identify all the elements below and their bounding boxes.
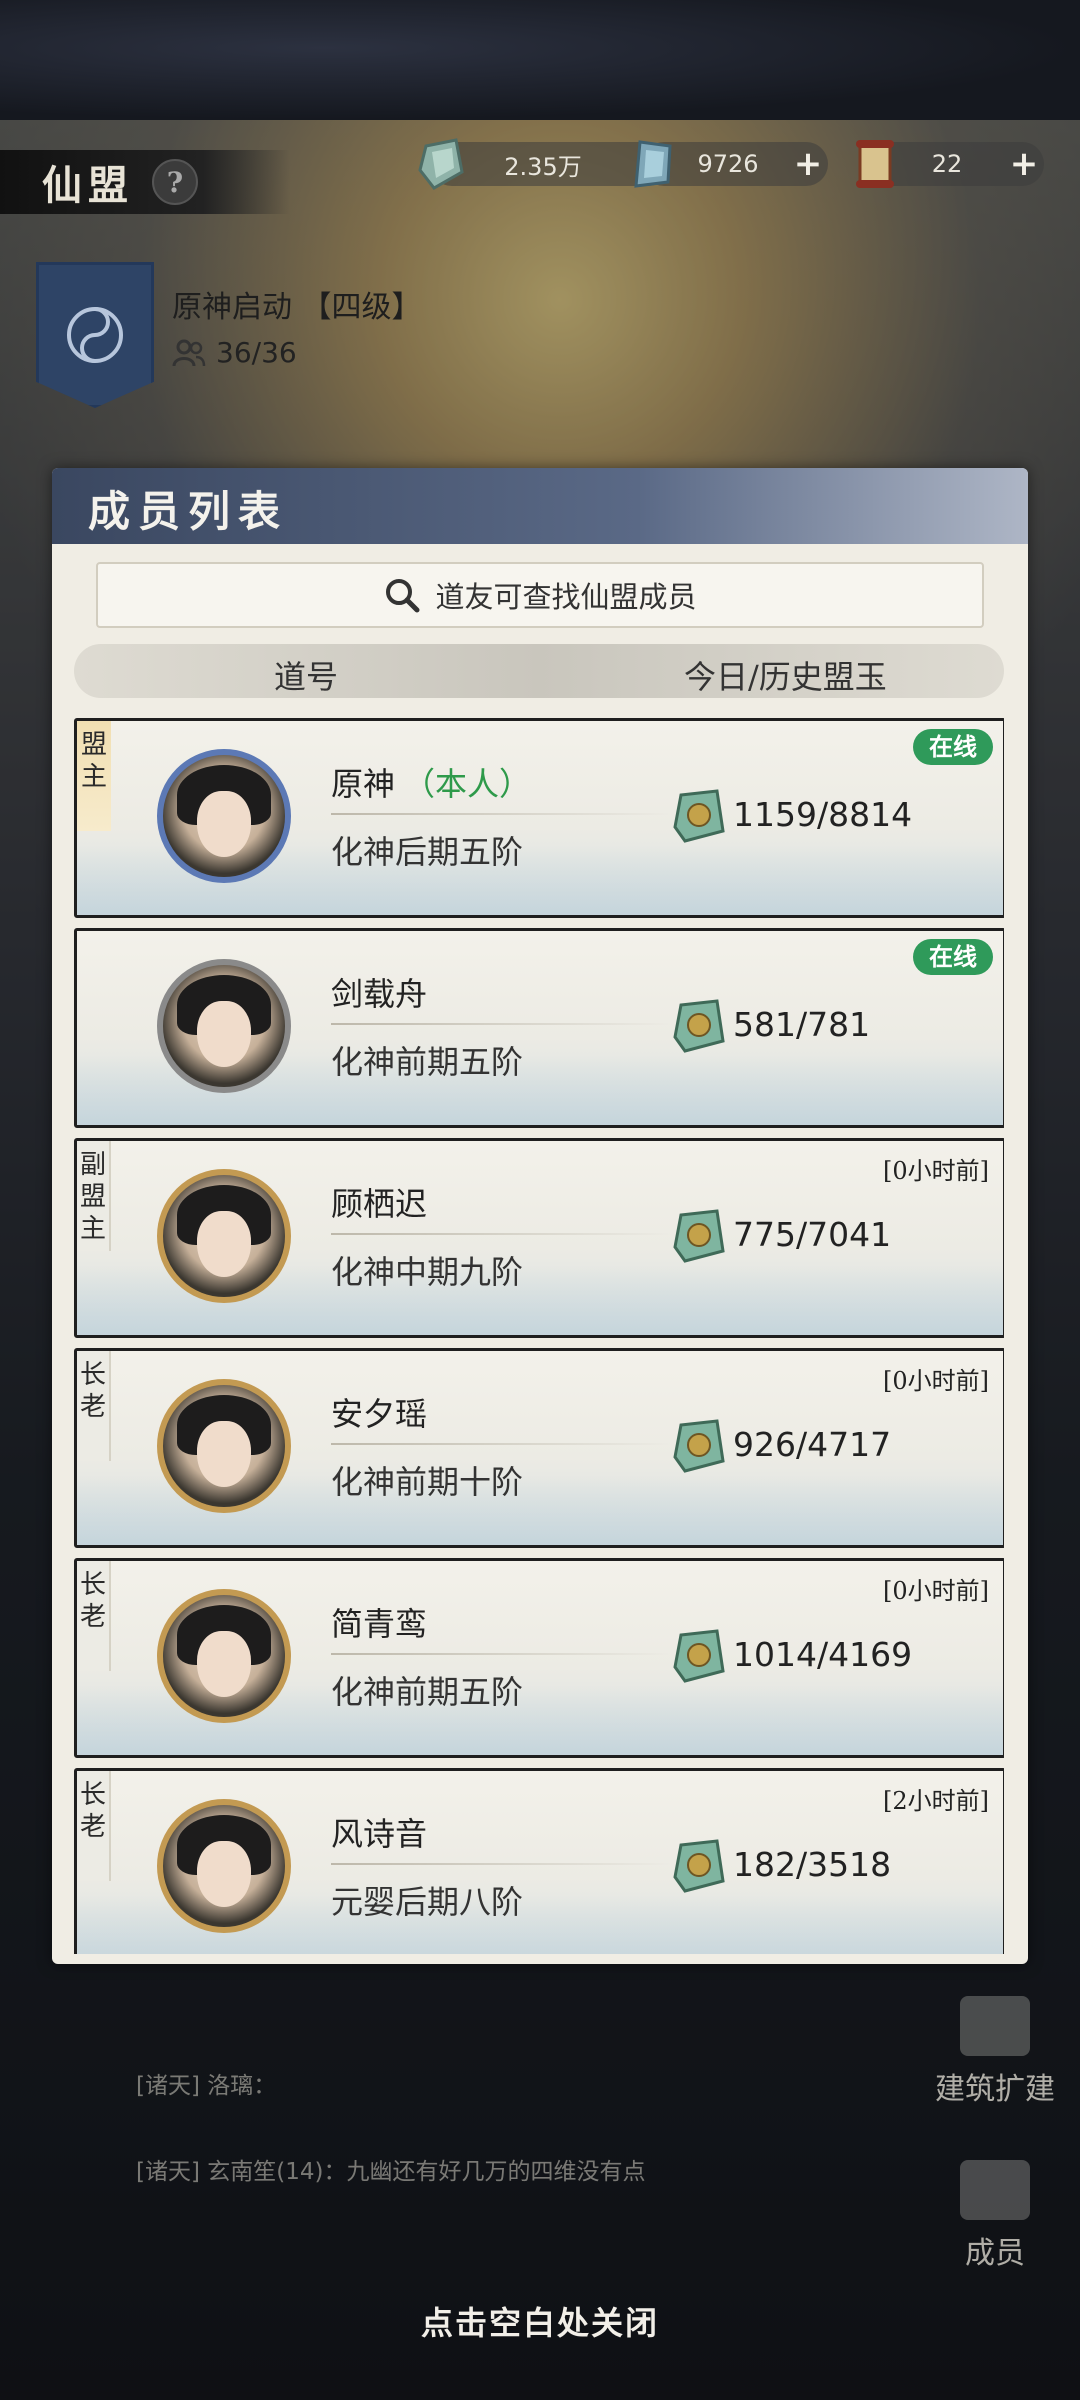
- status-badge: 在线: [913, 729, 993, 765]
- member-avatar[interactable]: [157, 1589, 291, 1723]
- modal-title: 成员列表: [88, 487, 289, 536]
- member-avatar[interactable]: [157, 1379, 291, 1513]
- member-name: 风诗音: [331, 1815, 428, 1853]
- self-tag: （本人）: [403, 765, 532, 803]
- member-name-row: 顾栖迟: [331, 1179, 427, 1225]
- member-jade: 581/781: [733, 1005, 871, 1044]
- add-scroll-button[interactable]: +: [1004, 144, 1044, 184]
- members-icon: [172, 339, 206, 366]
- column-jade-header: 今日/历史盟玉: [684, 658, 887, 696]
- last-online: [0小时前]: [883, 1367, 989, 1395]
- role-tag: 盟主: [77, 721, 111, 831]
- member-name: 原神: [331, 765, 396, 803]
- resource-jade: 9726 +: [634, 140, 828, 188]
- member-realm: 化神前期五阶: [331, 1673, 524, 1711]
- alliance-jade-icon: [673, 1839, 725, 1893]
- divider: [331, 813, 671, 815]
- role-tag: 长老: [77, 1351, 111, 1461]
- chat-message: [诸天] 洛璃：: [136, 2073, 277, 2099]
- spirit-stone-icon: [418, 138, 464, 190]
- member-avatar[interactable]: [157, 1799, 291, 1933]
- last-online: [0小时前]: [883, 1157, 989, 1185]
- alliance-banner: [36, 262, 154, 408]
- close-hint[interactable]: 点击空白处关闭: [0, 2298, 1080, 2344]
- search-icon: [386, 579, 420, 613]
- scroll-icon: [856, 140, 894, 188]
- member-count-value: 36/36: [216, 336, 297, 369]
- alliance-jade-icon: [673, 999, 725, 1053]
- member-realm: 化神前期五阶: [331, 1043, 524, 1081]
- member-table-header: 道号 今日/历史盟玉: [74, 644, 1004, 698]
- page-title-plate: 仙盟 ?: [0, 150, 290, 214]
- yin-yang-emblem-icon: [67, 307, 123, 363]
- modal-header: 成员列表: [52, 468, 1028, 544]
- member-jade: 926/4717: [733, 1425, 892, 1464]
- role-tag: 长老: [77, 1771, 111, 1881]
- member-card[interactable]: 盟主 原神 （本人） 化神后期五阶 1159/8814 在线: [74, 718, 1004, 918]
- member-jade: 182/3518: [733, 1845, 892, 1884]
- add-jade-button[interactable]: +: [788, 144, 828, 184]
- build-expand-button[interactable]: 建筑扩建: [920, 1996, 1070, 2108]
- member-name-row: 剑载舟: [331, 969, 427, 1015]
- building-icon: [960, 1996, 1030, 2056]
- divider: [331, 1023, 671, 1025]
- alliance-jade-icon: [673, 1419, 725, 1473]
- alliance-jade-icon: [673, 1209, 725, 1263]
- last-online: [2小时前]: [883, 1787, 989, 1815]
- member-card[interactable]: 剑载舟 化神前期五阶 581/781 在线: [74, 928, 1004, 1128]
- member-jade: 1014/4169: [733, 1635, 913, 1674]
- member-name: 顾栖迟: [331, 1185, 428, 1223]
- member-name: 简青鸾: [331, 1605, 428, 1643]
- member-list-modal: 成员列表 道友可查找仙盟成员 道号 今日/历史盟玉 盟主 原神 （本人） 化神后…: [52, 468, 1028, 1964]
- members-button[interactable]: 成员: [940, 2160, 1050, 2272]
- member-name-row: 原神 （本人）: [331, 759, 531, 805]
- search-placeholder: 道友可查找仙盟成员: [435, 580, 697, 614]
- member-name-row: 安夕瑶: [331, 1389, 427, 1435]
- alliance-jade-icon: [673, 1629, 725, 1683]
- member-name-row: 简青鸾: [331, 1599, 427, 1645]
- members-label: 成员: [965, 2236, 1025, 2271]
- member-card[interactable]: 长老 安夕瑶 化神前期十阶 926/4717 [0小时前]: [74, 1348, 1004, 1548]
- column-name-header: 道号: [274, 658, 339, 696]
- help-button[interactable]: ?: [152, 159, 198, 205]
- alliance-member-count: 36/36: [172, 336, 297, 369]
- member-realm: 化神中期九阶: [331, 1253, 524, 1291]
- divider: [331, 1233, 671, 1235]
- jade-icon: [634, 140, 672, 188]
- divider: [331, 1863, 671, 1865]
- alliance-jade-icon: [673, 789, 725, 843]
- alliance-name: 原神启动 【四级】: [172, 290, 422, 325]
- top-backdrop: [0, 0, 1080, 120]
- role-tag: 长老: [77, 1561, 111, 1671]
- member-avatar[interactable]: [157, 749, 291, 883]
- member-avatar[interactable]: [157, 1169, 291, 1303]
- member-card[interactable]: 副盟主 顾栖迟 化神中期九阶 775/7041 [0小时前]: [74, 1138, 1004, 1338]
- member-realm: 化神前期十阶: [331, 1463, 524, 1501]
- member-jade: 1159/8814: [733, 795, 913, 834]
- member-jade: 775/7041: [733, 1215, 892, 1254]
- member-card[interactable]: 长老 风诗音 元婴后期八阶 182/3518 [2小时前]: [74, 1768, 1004, 1954]
- member-realm: 化神后期五阶: [331, 833, 524, 871]
- member-card[interactable]: 长老 简青鸾 化神前期五阶 1014/4169 [0小时前]: [74, 1558, 1004, 1758]
- member-name-row: 风诗音: [331, 1809, 427, 1855]
- divider: [331, 1443, 671, 1445]
- last-online: [0小时前]: [883, 1577, 989, 1605]
- chat-message: [诸天] 玄南笙(14)：九幽还有好几万的四维没有点: [136, 2159, 646, 2185]
- status-badge: 在线: [913, 939, 993, 975]
- member-realm: 元婴后期八阶: [331, 1883, 524, 1921]
- member-name: 剑载舟: [331, 975, 428, 1013]
- role-tag: 副盟主: [77, 1141, 111, 1251]
- resource-scroll: 22 +: [856, 140, 1044, 188]
- member-list[interactable]: 盟主 原神 （本人） 化神后期五阶 1159/8814 在线 剑载舟 化神前期五…: [74, 718, 1004, 1954]
- members-figure-icon: [960, 2160, 1030, 2220]
- member-name: 安夕瑶: [331, 1395, 428, 1433]
- member-avatar[interactable]: [157, 959, 291, 1093]
- divider: [331, 1653, 671, 1655]
- build-expand-label: 建筑扩建: [935, 2072, 1055, 2107]
- member-search-input[interactable]: 道友可查找仙盟成员: [96, 562, 984, 628]
- page-title: 仙盟: [42, 162, 134, 209]
